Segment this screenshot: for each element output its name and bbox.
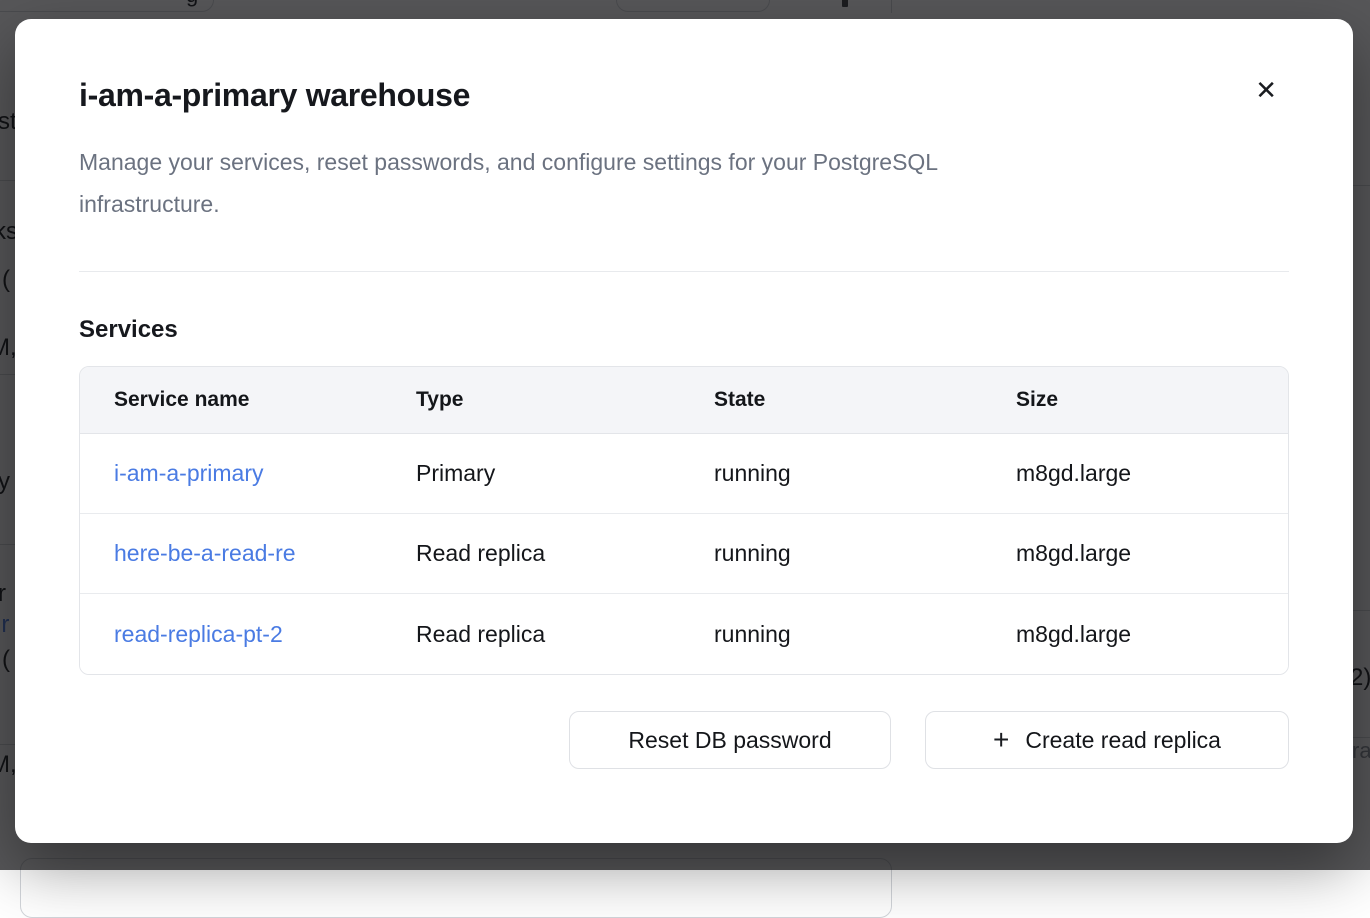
- service-name-cell: read-replica-pt-2: [80, 594, 382, 674]
- warehouse-services-modal: i-am-a-primary warehouse ✕ Manage your s…: [15, 19, 1353, 843]
- service-state-cell: running: [680, 514, 982, 593]
- service-state-cell: running: [680, 434, 982, 513]
- service-name-cell: here-be-a-read-re: [80, 514, 382, 593]
- service-size-cell: m8gd.large: [982, 434, 1288, 513]
- column-header-type: Type: [382, 367, 680, 433]
- section-divider: [79, 271, 1289, 272]
- service-link[interactable]: i-am-a-primary: [114, 460, 264, 487]
- service-link[interactable]: here-be-a-read-re: [114, 540, 296, 567]
- create-read-replica-label: Create read replica: [1025, 727, 1221, 754]
- modal-header: i-am-a-primary warehouse ✕: [79, 75, 1289, 115]
- column-header-state: State: [680, 367, 982, 433]
- modal-description-line2: infrastructure.: [79, 183, 1289, 225]
- plus-icon: +: [993, 726, 1009, 754]
- close-icon[interactable]: ✕: [1255, 77, 1277, 103]
- service-type-cell: Read replica: [382, 594, 680, 674]
- table-header-row: Service name Type State Size: [80, 367, 1288, 434]
- service-type-cell: Read replica: [382, 514, 680, 593]
- service-size-cell: m8gd.large: [982, 514, 1288, 593]
- service-link[interactable]: read-replica-pt-2: [114, 621, 283, 648]
- modal-footer: Reset DB password + Create read replica: [79, 711, 1289, 769]
- table-row: here-be-a-read-re Read replica running m…: [80, 514, 1288, 594]
- modal-description-line1: Manage your services, reset passwords, a…: [79, 141, 1289, 183]
- service-state-cell: running: [680, 594, 982, 674]
- column-header-service-name: Service name: [80, 367, 382, 433]
- modal-title: i-am-a-primary warehouse: [79, 75, 470, 115]
- table-row: read-replica-pt-2 Read replica running m…: [80, 594, 1288, 674]
- services-table: Service name Type State Size i-am-a-prim…: [79, 366, 1289, 675]
- create-read-replica-button[interactable]: + Create read replica: [925, 711, 1289, 769]
- modal-description: Manage your services, reset passwords, a…: [79, 141, 1289, 225]
- reset-db-password-button[interactable]: Reset DB password: [569, 711, 891, 769]
- service-name-cell: i-am-a-primary: [80, 434, 382, 513]
- table-row: i-am-a-primary Primary running m8gd.larg…: [80, 434, 1288, 514]
- service-size-cell: m8gd.large: [982, 594, 1288, 674]
- reset-db-password-label: Reset DB password: [628, 727, 831, 754]
- services-heading: Services: [79, 316, 1289, 344]
- column-header-size: Size: [982, 367, 1288, 433]
- service-type-cell: Primary: [382, 434, 680, 513]
